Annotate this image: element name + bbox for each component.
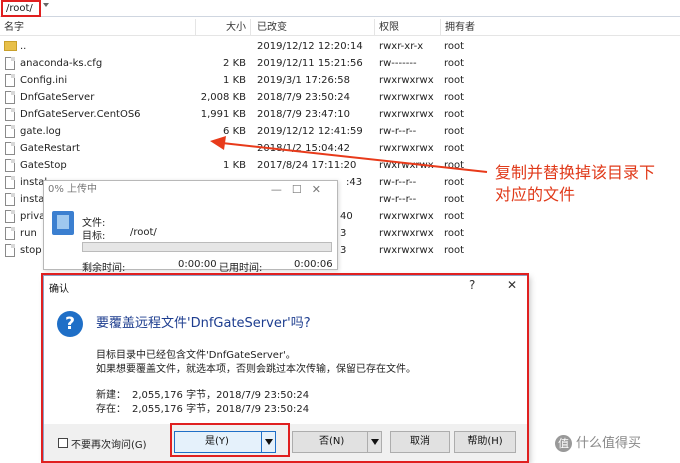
new-file-value: 2,055,176 字节，2018/7/9 23:50:24 (132, 390, 310, 401)
yes-highlight-frame (170, 423, 290, 457)
dialog-heading: 要覆盖远程文件'DnfGateServer'吗? (96, 316, 311, 331)
upload-progress-dialog: 0% 上传中 —☐✕ 文件: 目标: /root/ 剩余时间: 0:00:00 … (43, 180, 338, 274)
upload-icon (52, 211, 74, 235)
cancel-button[interactable]: 取消 (390, 431, 450, 453)
no-button-label: 否(N) (319, 436, 345, 447)
existing-file-value: 2,055,176 字节，2018/7/9 23:50:24 (132, 404, 310, 415)
dialog-title: 确认 (49, 284, 69, 295)
remaining-time-value: 0:00:00 (178, 259, 217, 270)
dialog-message-2: 如果想要覆盖文件，就选本项，否则会跳过本次传输，保留已存在文件。 (96, 364, 416, 375)
question-icon: ? (57, 311, 83, 337)
upload-target-label: 目标: (82, 231, 106, 242)
help-icon[interactable]: ? (469, 278, 475, 292)
dialog-message-1: 目标目录中已经包含文件'DnfGateServer'。 (96, 350, 296, 361)
dialog-titlebar: 确认 ? ✕ (44, 276, 527, 296)
help-button[interactable]: 帮助(H) (454, 431, 516, 453)
dont-ask-checkbox[interactable] (58, 438, 68, 448)
watermark-badge: 值 (555, 435, 572, 452)
annotation-line-1: 复制并替换掉该目录下 (495, 163, 656, 182)
upload-progress-bar (82, 242, 332, 252)
remaining-time-label: 剩余时间: (82, 263, 126, 274)
dont-ask-label[interactable]: 不要再次询问(G) (71, 436, 147, 451)
watermark: 值什么值得买 (555, 432, 641, 452)
existing-file-label: 存在： (96, 404, 126, 415)
watermark-text: 什么值得买 (576, 436, 642, 451)
upload-target-value: /root/ (130, 227, 157, 238)
window-controls[interactable]: —☐✕ (271, 183, 331, 196)
chevron-down-icon (371, 439, 379, 445)
no-dropdown[interactable] (367, 432, 381, 452)
annotation-text: 复制并替换掉该目录下 对应的文件 (495, 162, 655, 206)
no-button[interactable]: 否(N) (292, 431, 382, 453)
dialog-body: ? 要覆盖远程文件'DnfGateServer'吗? 目标目录中已经包含文件'D… (44, 296, 527, 424)
elapsed-time-value: 0:00:06 (294, 259, 333, 270)
close-icon[interactable]: ✕ (507, 278, 517, 292)
annotation-line-2: 对应的文件 (495, 185, 576, 204)
elapsed-time-label: 已用时间: (219, 263, 263, 274)
new-file-label: 新建： (96, 390, 126, 401)
